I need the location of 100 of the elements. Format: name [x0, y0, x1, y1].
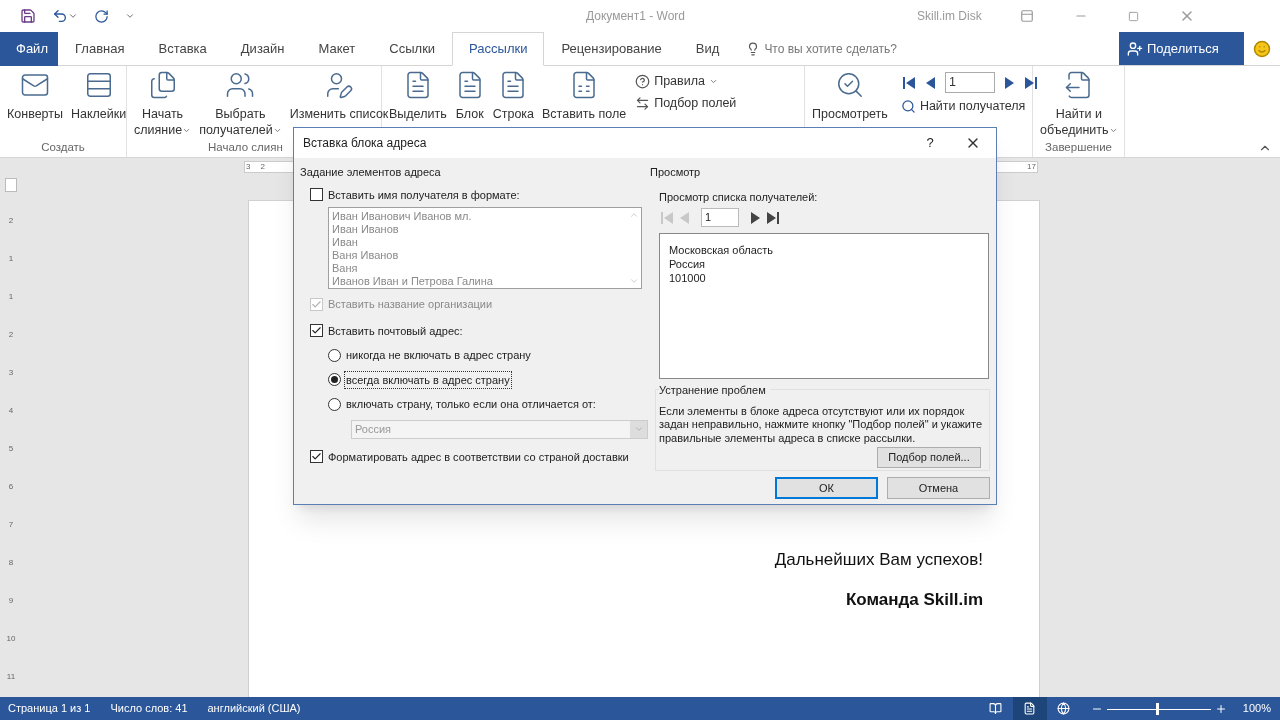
page-icon [1023, 702, 1037, 715]
list-item[interactable]: Иван Иванов [332, 223, 627, 236]
smiley-icon[interactable] [1253, 39, 1271, 58]
radio-option[interactable]: включать страну, только если она отличается от: [328, 395, 644, 414]
ribbon-tab[interactable]: Вставка [141, 32, 224, 66]
ruler-number: 7 [8, 519, 14, 531]
ruler-number: 1 [8, 253, 14, 265]
ruler-number: 2 [260, 161, 265, 173]
status-item: английский (США) [207, 701, 301, 717]
ruler-number: 6 [8, 481, 14, 493]
address-line: 101000 [669, 271, 707, 285]
ruler-number: 2 [8, 215, 14, 227]
radio-button[interactable] [328, 397, 341, 411]
ruler-number: 17 [1027, 161, 1036, 173]
troubleshoot-text: Если элементы в блоке адреса отсутствуют или их порядок задан неправильно, нажмите кнопку "Подбор полей" и укажите правильные элементы адреса в списке рассылки. [659, 404, 984, 445]
zoom-in-icon[interactable] [1214, 702, 1227, 715]
ribbon-tab[interactable]: Рецензирование [544, 32, 679, 66]
ribbon-button[interactable]: Подбор полей [635, 93, 737, 113]
ruler-number: 8 [8, 557, 14, 569]
help-button[interactable]: ? [910, 133, 950, 153]
undo-icon[interactable] [52, 8, 68, 24]
person-pencil-icon [324, 70, 354, 100]
save-icon[interactable] [20, 8, 36, 24]
ribbon-button[interactable]: Строка [489, 70, 538, 122]
ribbon-button[interactable]: Вставить поле [539, 70, 630, 122]
status-item: Число слов: 41 [110, 701, 188, 717]
tell-me-field[interactable]: Что вы хотите сделать? [746, 32, 898, 65]
globe-icon [1057, 702, 1071, 715]
dialog-button[interactable]: Отмена [887, 477, 990, 499]
first-record-icon[interactable] [900, 74, 917, 91]
view-button[interactable] [1012, 697, 1047, 720]
signature-text: Команда Skill.im [845, 588, 983, 611]
zoom-track[interactable] [1106, 702, 1211, 715]
file-tab[interactable]: Файл [0, 32, 58, 66]
checkbox-row[interactable]: Вставить почтовый адрес: [300, 322, 644, 339]
list-item[interactable]: Ваня [332, 262, 627, 275]
radio-option[interactable]: никогда не включать в адрес страну [328, 346, 644, 365]
find-recipient-button[interactable]: Найти получателя [900, 97, 1039, 116]
last-record-icon[interactable] [765, 209, 781, 226]
ribbon-button[interactable]: Выбрать получателей [196, 70, 285, 138]
address-line: Россия [669, 257, 707, 271]
record-field[interactable]: 1 [944, 72, 995, 93]
search-icon [900, 98, 916, 114]
record-field[interactable]: 1 [701, 208, 739, 227]
ribbon-tab[interactable]: Ссылки [372, 32, 453, 66]
list-item[interactable]: Иванов Иван и Петрова Галина [332, 275, 627, 288]
list-item[interactable]: Иван Иванович Иванов мл. [332, 210, 627, 223]
ribbon-tab[interactable]: Рассылки [452, 32, 545, 66]
dialog-title: Вставка блока адреса [303, 135, 428, 152]
ribbon-button[interactable]: Правила [635, 72, 737, 91]
ruler-number: 3 [8, 367, 14, 379]
customize-icon[interactable] [125, 11, 135, 21]
caret-icon [633, 424, 644, 434]
group-label: Начало слиян [208, 140, 283, 155]
status-item: Страница 1 из 1 [8, 701, 91, 717]
ribbon-button[interactable]: Найти и объединить [1037, 70, 1121, 138]
checkbox-row[interactable]: Вставить имя получателя в формате: [300, 186, 644, 203]
ruler-number: 3 [246, 161, 251, 173]
zoom-thumb[interactable] [1155, 702, 1159, 715]
window-title: Документ1 - Word [586, 8, 686, 25]
section-title: Устранение проблем [659, 382, 770, 399]
checkbox[interactable] [310, 450, 323, 464]
caret-icon[interactable] [68, 11, 78, 21]
radio-button[interactable] [328, 373, 341, 387]
zoom-level: 100% [1242, 701, 1271, 717]
ribbon-button[interactable]: Конверты [4, 70, 66, 122]
list-item[interactable]: Иван [332, 236, 627, 249]
ribbon-button[interactable]: Блок [451, 70, 488, 122]
closing-text: Дальнейших Вам успехов! [774, 549, 983, 571]
share-button[interactable]: Поделиться [1119, 32, 1244, 65]
ruler-number: 2 [8, 329, 14, 341]
radio-button[interactable] [328, 348, 341, 362]
ribbon-button[interactable]: Наклейки [68, 70, 130, 122]
checkbox[interactable] [310, 188, 323, 202]
swap-icon [635, 95, 651, 111]
ribbon-tab[interactable]: Дизайн [223, 32, 302, 66]
dialog-button[interactable]: ОК [775, 477, 878, 499]
match-fields-button[interactable]: Подбор полей... [877, 447, 981, 468]
checkbox[interactable] [310, 324, 323, 338]
redo-icon[interactable] [94, 8, 109, 24]
list-item[interactable]: Ваня Иванов [332, 249, 627, 262]
section-title: Просмотр [650, 165, 702, 180]
ruler-number: 11 [6, 671, 16, 683]
preview-label: Просмотр списка получателей: [659, 189, 819, 205]
ribbon-button[interactable]: Просмотреть [809, 70, 891, 122]
last-record-icon[interactable] [1022, 74, 1039, 91]
ribbon-tab[interactable]: Главная [58, 32, 142, 66]
name-format-list[interactable]: Иван Иванович Иванов мл. Иван Иванов Иван Ваня Иванов Ваня Иванов Иван и Петрова Галина [328, 207, 642, 289]
group-label: Создать [41, 140, 85, 155]
section-title: Задание элементов адреса [300, 165, 442, 180]
ribbon-button[interactable]: Начать слияние [131, 70, 195, 138]
account-name: Skill.im Disk [917, 8, 982, 25]
ruler-number: 4 [8, 405, 14, 417]
ribbon-tab[interactable]: Макет [301, 32, 373, 66]
person-plus-icon [1127, 40, 1143, 57]
ribbon-tab[interactable]: Вид [678, 32, 737, 66]
checkbox-row[interactable]: Форматировать адрес в соответствии со страной доставки [300, 448, 644, 465]
ruler-number: 9 [8, 595, 14, 607]
book-icon [989, 702, 1003, 715]
ruler-number: 10 [6, 633, 16, 645]
